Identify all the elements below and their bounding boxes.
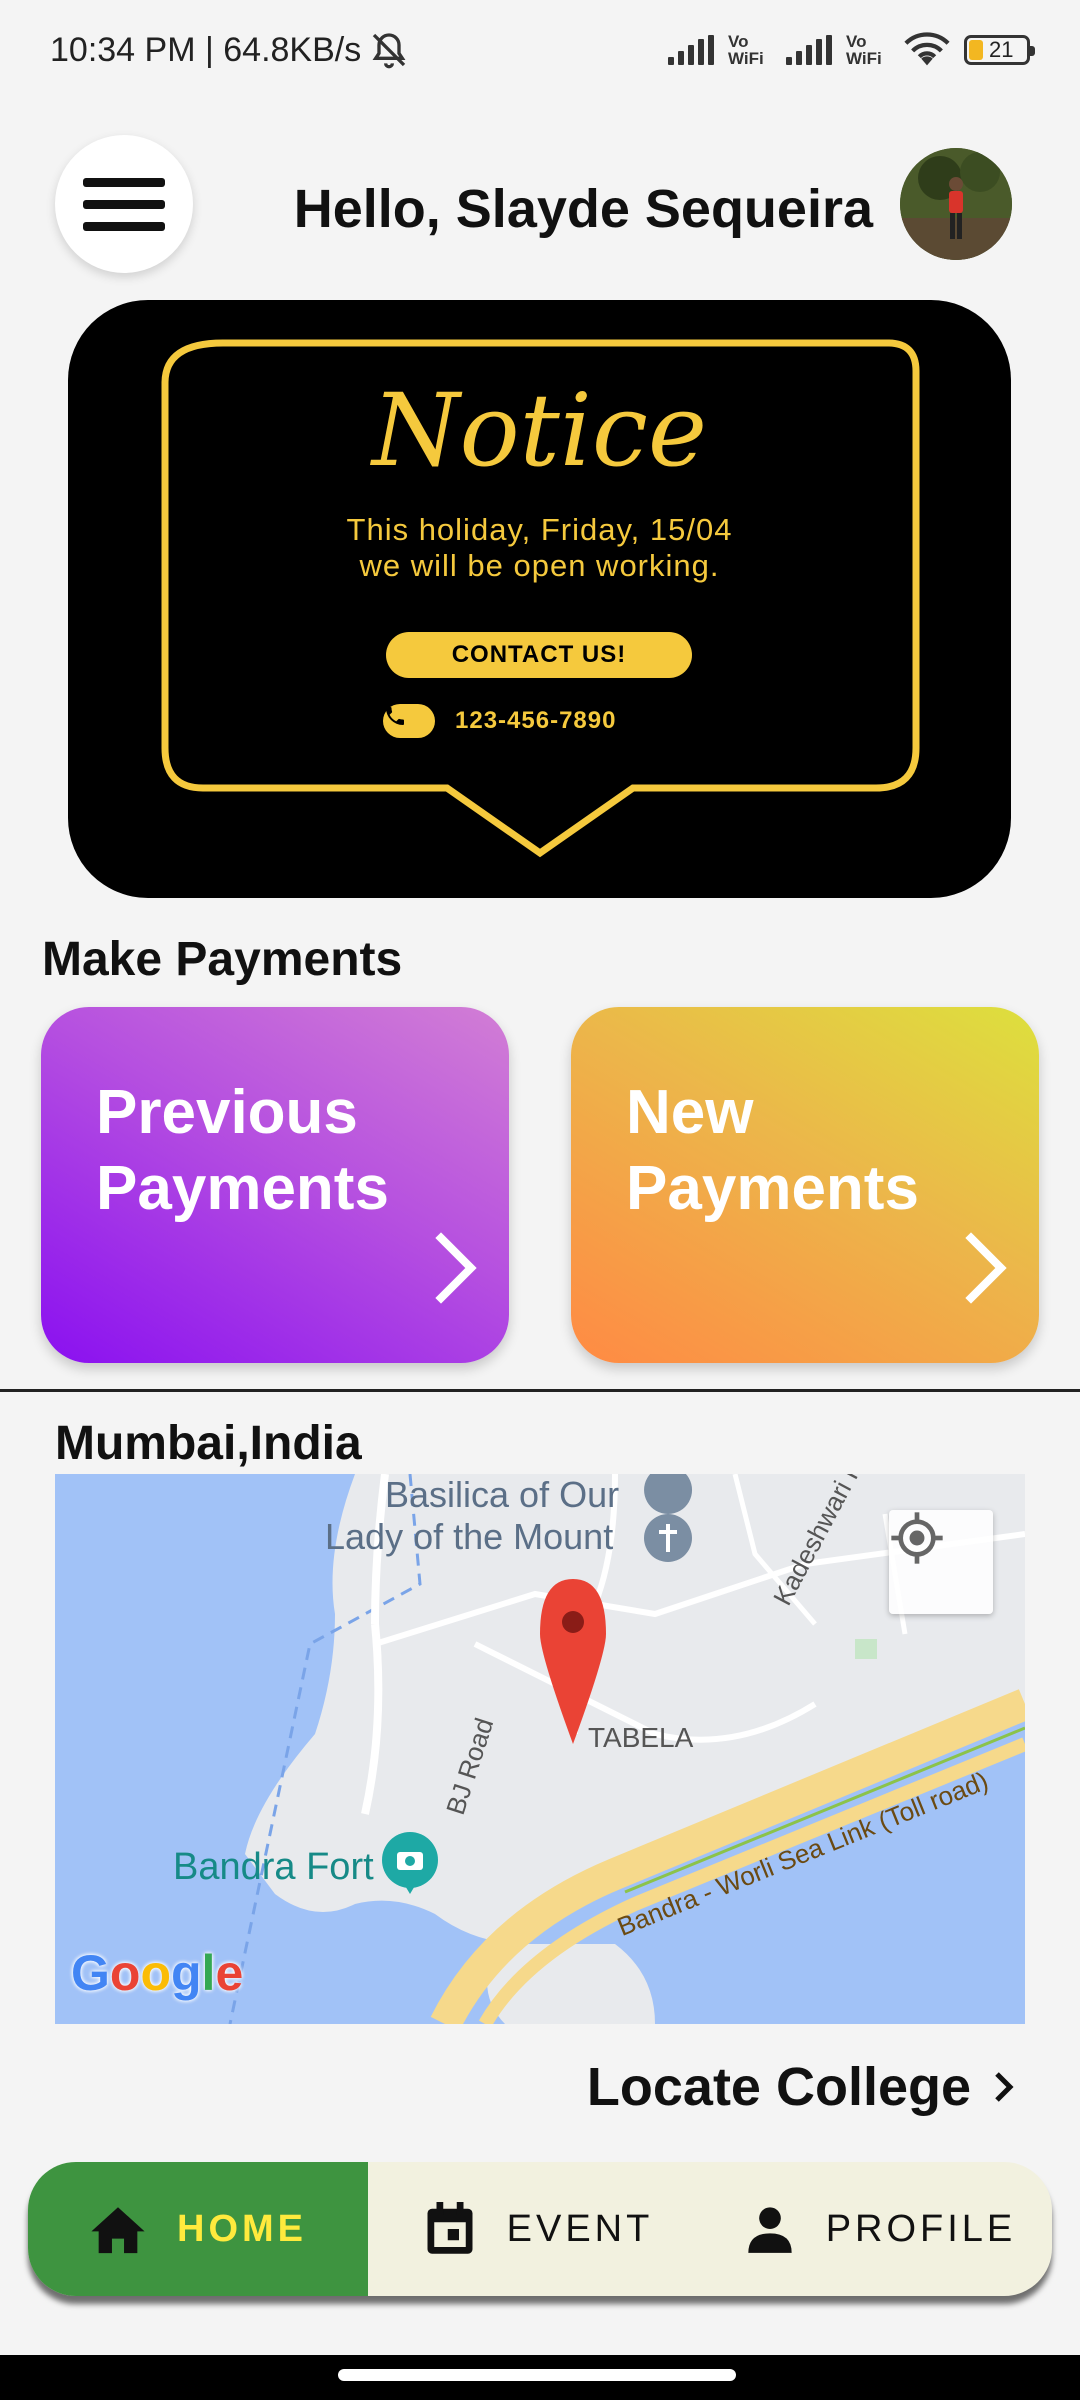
menu-button[interactable] [55, 135, 193, 273]
new-payments-label: New Payments [626, 1078, 919, 1223]
phone-icon [383, 704, 435, 738]
battery-level: 21 [989, 37, 1014, 62]
map-label-bandra-fort: Bandra Fort [173, 1846, 374, 1888]
phone-number: 123-456-7890 [455, 707, 617, 734]
notice-line: we will be open working. [359, 548, 720, 583]
status-right: Vo WiFi Vo WiFi 21 [668, 32, 1035, 68]
battery-icon: 21 [964, 35, 1035, 65]
signal-icon [668, 35, 714, 65]
my-location-button[interactable] [889, 1510, 993, 1614]
notice-title: Notice [371, 372, 708, 489]
status-bar: 10:34 PM | 64.8KB/s Vo WiFi Vo WiFi 21 [0, 0, 1080, 100]
nav-home-label: HOME [177, 2207, 307, 2250]
previous-payments-card[interactable]: Previous Payments [41, 1007, 509, 1363]
nav-profile-label: PROFILE [825, 2207, 1017, 2250]
notice-phone: 123-456-7890 [383, 704, 616, 738]
map-label-basilica: Basilica of Our [385, 1474, 620, 1515]
previous-payments-label: Previous Payments [96, 1078, 389, 1223]
home-icon [91, 2207, 145, 2254]
nav-home[interactable]: HOME [28, 2162, 368, 2296]
wifi-icon [904, 32, 950, 66]
locate-college-label: Locate College [586, 2057, 971, 2117]
notice-line: This holiday, Friday, 15/04 [346, 512, 733, 547]
status-time-speed: 10:34 PM | 64.8KB/s [50, 30, 362, 69]
chevron-right-icon [995, 2072, 1014, 2102]
location-title: Mumbai,India [55, 1417, 362, 1470]
section-title-payments: Make Payments [42, 933, 403, 986]
nav-event-label: EVENT [506, 2207, 654, 2250]
vowifi-label: Vo WiFi [728, 32, 764, 68]
nav-profile[interactable]: PROFILE [708, 2162, 1052, 2296]
greeting-text: Hello, Slayde Sequeira [293, 179, 873, 239]
chevron-right-icon [965, 1232, 1007, 1304]
map-view[interactable]: Basilica of Our Lady of the Mount Kadesh… [55, 1474, 1025, 2024]
notice-banner[interactable]: Notice This holiday, Friday, 15/04 we wi… [68, 300, 1011, 898]
contact-us-button[interactable]: CONTACT US! [386, 632, 692, 678]
mute-bell-icon [372, 33, 406, 69]
home-gesture-handle[interactable] [338, 2369, 736, 2381]
map-label-basilica: Lady of the Mount [325, 1516, 614, 1557]
new-payments-card[interactable]: New Payments [571, 1007, 1039, 1363]
nav-event[interactable]: EVENT [368, 2162, 708, 2296]
map-label-tabela: TABELA [588, 1722, 694, 1753]
chevron-right-icon [435, 1232, 477, 1304]
crosshair-icon [891, 1512, 943, 1564]
locate-college-link[interactable]: Locate College [587, 2056, 1015, 2118]
hamburger-icon [83, 177, 165, 187]
person-icon [748, 2207, 792, 2253]
vowifi-label: Vo WiFi [846, 32, 882, 68]
signal-icon [786, 35, 832, 65]
status-left: 10:34 PM | 64.8KB/s [50, 30, 409, 70]
bottom-nav: HOME EVENT PROFILE [28, 2162, 1052, 2296]
avatar[interactable] [900, 148, 1012, 260]
divider [0, 1389, 1080, 1392]
google-logo: Google [71, 1945, 244, 2001]
calendar-icon [427, 2202, 473, 2254]
